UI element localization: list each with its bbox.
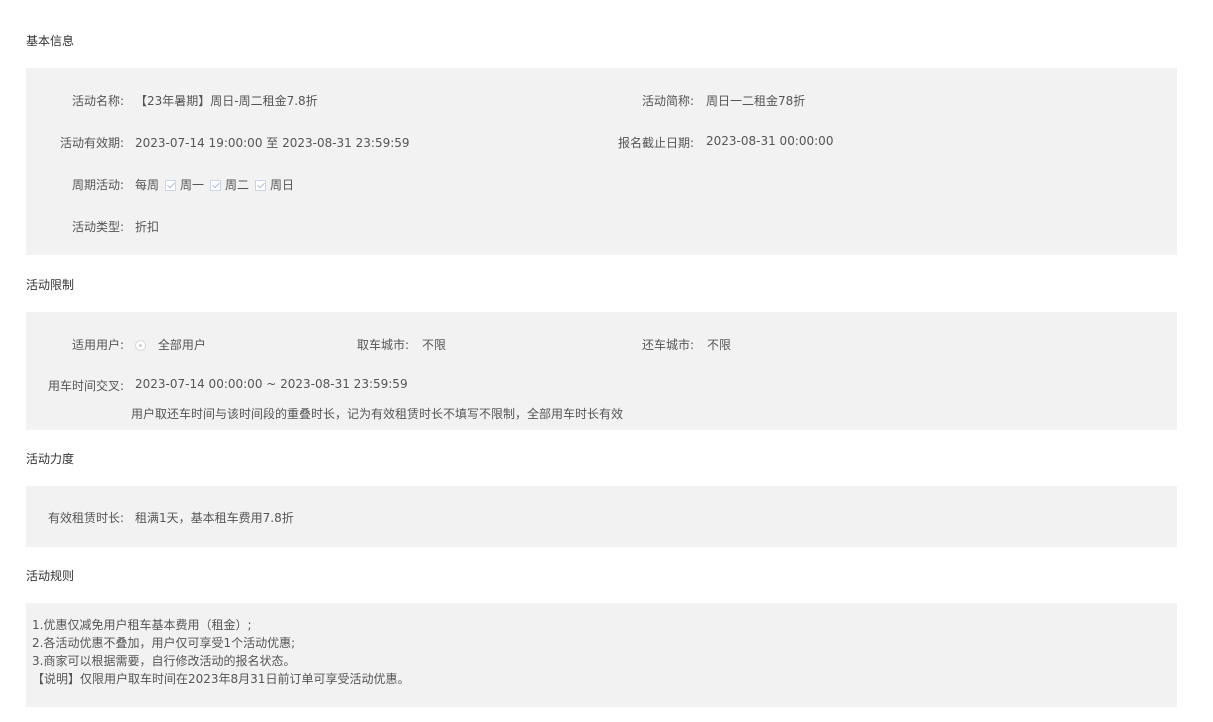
cycle-activity-label: 周期活动: xyxy=(71,178,124,192)
pickup-city-label: 取车城市: xyxy=(356,338,409,352)
activity-limits-panel: 适用用户: 全部用户 取车城市: 不限 还车城市: 不限 用车时间交叉: 202… xyxy=(26,312,1177,430)
cycle-day-label: 周二 xyxy=(225,178,250,192)
pickup-city-value: 不限 xyxy=(422,338,447,352)
cycle-day-label: 周日 xyxy=(270,178,295,192)
rule-line: 3.商家可以根据需要，自行修改活动的报名状态。 xyxy=(32,654,296,668)
usage-time-overlap-note: 用户取还车时间与该时间段的重叠时长，记为有效租赁时长不填写不限制，全部用车时长有… xyxy=(131,407,624,421)
effective-rental-duration-value: 租满1天，基本租车费用7.8折 xyxy=(135,511,294,525)
section-title-activity-strength: 活动力度 xyxy=(26,452,75,466)
cycle-activity-value: 每周 周一 周二 周日 xyxy=(135,176,294,193)
activity-name-value: 【23年暑期】周日-周二租金7.8折 xyxy=(135,94,318,108)
applicable-users-option: 全部用户 xyxy=(157,338,206,352)
section-title-basic-info: 基本信息 xyxy=(26,34,75,48)
rule-line: 2.各活动优惠不叠加，用户仅可享受1个活动优惠; xyxy=(32,636,296,650)
activity-rules-panel: 1.优惠仅减免用户租车基本费用（租金）; 2.各活动优惠不叠加，用户仅可享受1个… xyxy=(26,603,1177,707)
return-city-label: 还车城市: xyxy=(641,338,694,352)
activity-period-value: 2023-07-14 19:00:00 至 2023-08-31 23:59:5… xyxy=(135,136,410,150)
checkbox-icon[interactable] xyxy=(255,180,267,191)
basic-info-panel: 活动名称: 【23年暑期】周日-周二租金7.8折 活动简称: 周日一二租金78折… xyxy=(26,68,1177,255)
activity-type-label: 活动类型: xyxy=(71,220,124,234)
activity-short-name-value: 周日一二租金78折 xyxy=(706,94,806,108)
checkbox-icon[interactable] xyxy=(165,180,177,191)
activity-strength-panel: 有效租赁时长: 租满1天，基本租车费用7.8折 xyxy=(26,486,1177,547)
cycle-prefix: 每周 xyxy=(135,178,160,192)
activity-short-name-label: 活动简称: xyxy=(641,94,694,108)
checkbox-icon[interactable] xyxy=(210,180,222,191)
return-city-value: 不限 xyxy=(707,338,732,352)
applicable-users-value: 全部用户 xyxy=(135,336,206,353)
activity-name-label: 活动名称: xyxy=(71,94,124,108)
rule-line: 1.优惠仅减免用户租车基本费用（租金）; xyxy=(32,618,252,632)
section-title-activity-rules: 活动规则 xyxy=(26,569,75,583)
effective-rental-duration-label: 有效租赁时长: xyxy=(47,511,124,525)
activity-type-value: 折扣 xyxy=(135,220,160,234)
usage-time-overlap-value: 2023-07-14 00:00:00 ~ 2023-08-31 23:59:5… xyxy=(135,377,408,391)
applicable-users-label: 适用用户: xyxy=(71,338,124,352)
cycle-day-label: 周一 xyxy=(180,178,205,192)
section-title-activity-limits: 活动限制 xyxy=(26,278,75,292)
signup-deadline-value: 2023-08-31 00:00:00 xyxy=(706,134,834,148)
radio-icon[interactable] xyxy=(135,340,146,351)
signup-deadline-label: 报名截止日期: xyxy=(617,136,694,150)
rule-note: 【说明】仅限用户取车时间在2023年8月31日前订单可享受活动优惠。 xyxy=(32,672,410,686)
activity-period-label: 活动有效期: xyxy=(59,136,124,150)
usage-time-overlap-label: 用车时间交叉: xyxy=(47,379,124,393)
